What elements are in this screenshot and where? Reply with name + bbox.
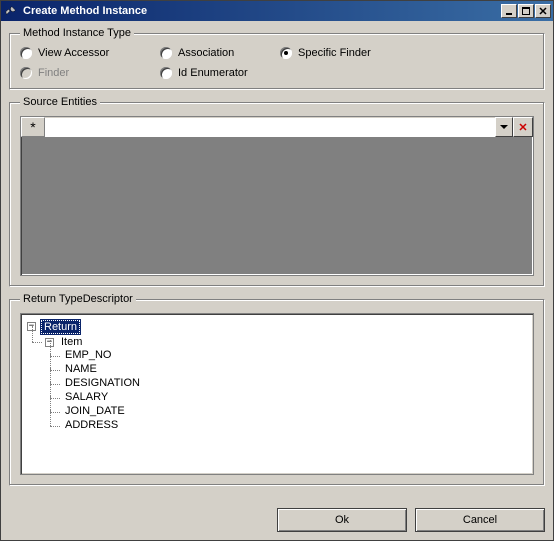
- delete-row-button[interactable]: ✕: [513, 117, 533, 137]
- close-button[interactable]: [535, 4, 551, 18]
- dialog-content: Method Instance Type View Accessor Assoc…: [1, 21, 553, 500]
- radio-label: Association: [178, 47, 234, 59]
- title-bar[interactable]: Create Method Instance: [1, 1, 553, 21]
- chevron-down-icon: [500, 125, 508, 129]
- tree-label-item[interactable]: Item: [59, 336, 84, 348]
- source-entities-grid[interactable]: * ✕: [20, 116, 534, 276]
- radio-association[interactable]: Association: [160, 47, 280, 59]
- radio-icon: [160, 67, 172, 79]
- app-icon: [3, 3, 19, 19]
- cancel-button[interactable]: Cancel: [415, 508, 545, 532]
- radio-label: Specific Finder: [298, 47, 371, 59]
- radio-view-accessor[interactable]: View Accessor: [20, 47, 160, 59]
- delete-icon: ✕: [518, 121, 527, 134]
- return-type-group: Return TypeDescriptor − Return − Item: [9, 293, 545, 486]
- tree-leaf[interactable]: NAME: [63, 363, 99, 375]
- dropdown-button[interactable]: [495, 117, 513, 137]
- tree-leaf[interactable]: EMP_NO: [63, 349, 113, 361]
- radio-id-enumerator[interactable]: Id Enumerator: [160, 67, 280, 79]
- tree-node-return[interactable]: − Return: [27, 320, 80, 334]
- window-title: Create Method Instance: [23, 5, 501, 17]
- return-type-legend: Return TypeDescriptor: [20, 293, 136, 305]
- tree-leaf[interactable]: DESIGNATION: [63, 377, 142, 389]
- maximize-button[interactable]: [518, 4, 534, 18]
- dialog-buttons: Ok Cancel: [1, 500, 553, 540]
- return-type-tree[interactable]: − Return − Item EMP_NO: [20, 313, 534, 475]
- radio-icon: [20, 67, 32, 79]
- minimize-button[interactable]: [501, 4, 517, 18]
- window-controls: [501, 4, 551, 18]
- tree-leaf[interactable]: SALARY: [63, 391, 110, 403]
- new-row-marker: *: [21, 117, 45, 137]
- tree-leaf[interactable]: JOIN_DATE: [63, 405, 127, 417]
- table-row[interactable]: * ✕: [21, 117, 533, 137]
- radio-label: Finder: [38, 67, 69, 79]
- method-instance-type-group: Method Instance Type View Accessor Assoc…: [9, 27, 545, 90]
- source-entities-group: Source Entities * ✕: [9, 96, 545, 287]
- radio-label: View Accessor: [38, 47, 109, 59]
- radio-icon: [20, 47, 32, 59]
- tree-label-return[interactable]: Return: [41, 320, 80, 334]
- radio-icon: [280, 47, 292, 59]
- tree-leaf[interactable]: ADDRESS: [63, 419, 120, 431]
- dialog-window: Create Method Instance Method Instance T…: [0, 0, 554, 541]
- ok-button[interactable]: Ok: [277, 508, 407, 532]
- source-entities-legend: Source Entities: [20, 96, 100, 108]
- entity-cell[interactable]: [45, 117, 495, 137]
- radio-specific-finder[interactable]: Specific Finder: [280, 47, 430, 59]
- radio-label: Id Enumerator: [178, 67, 248, 79]
- radio-finder: Finder: [20, 67, 160, 79]
- radio-icon: [160, 47, 172, 59]
- method-instance-type-legend: Method Instance Type: [20, 27, 134, 39]
